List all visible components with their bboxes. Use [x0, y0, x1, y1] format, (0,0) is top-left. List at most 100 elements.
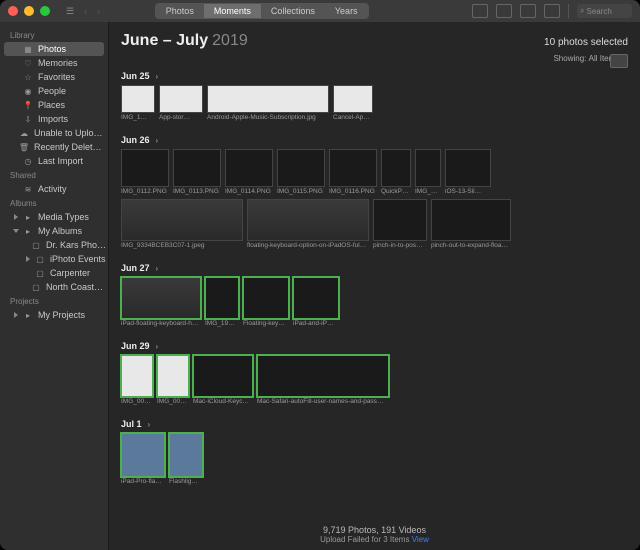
moment-date[interactable]: Jun 29 › — [121, 341, 628, 351]
thumbnail[interactable]: Mac-iCloud-Keyc… — [193, 355, 253, 405]
sidebar-item-places[interactable]: 📍Places — [0, 98, 108, 112]
thumbnail[interactable]: IMG_0023.P… — [121, 355, 153, 405]
sidebar: Library▦Photos♡Memories☆Favorites◉People… — [0, 22, 109, 550]
tab-collections[interactable]: Collections — [261, 4, 325, 18]
favorite-icon[interactable] — [520, 4, 536, 18]
thumbnail-image[interactable] — [415, 149, 441, 187]
add-icon[interactable] — [472, 4, 488, 18]
thumbnail[interactable]: IMG_0024.P… — [157, 355, 189, 405]
rotate-icon[interactable] — [544, 4, 560, 18]
thumbnail[interactable]: QuickPath-swipe… — [381, 149, 411, 195]
thumbnail-image[interactable] — [243, 277, 289, 319]
thumbnail[interactable]: Mac-Safari-autoFill-user-names-and-passw… — [257, 355, 389, 405]
thumbnail[interactable]: IMG_0116.PNG — [329, 149, 377, 195]
sidebar-item-last-import[interactable]: ◷Last Import — [0, 154, 108, 168]
nav-fwd-icon[interactable]: › — [97, 6, 100, 16]
sidebar-item-imports[interactable]: ⇩Imports — [0, 112, 108, 126]
moment-date[interactable]: Jun 27 › — [121, 263, 628, 273]
thumbnail[interactable]: IMG_0115.PNG — [277, 149, 325, 195]
sidebar-toggle-icon[interactable]: ☰ — [66, 6, 74, 17]
thumbnail-image[interactable] — [121, 199, 243, 241]
thumbnail-caption: IMG_0… — [415, 188, 439, 195]
sidebar-item-dr-kars-pho-[interactable]: ▢Dr. Kars Pho… — [0, 238, 108, 252]
thumbnail[interactable]: floating-keyboard-option-on-iPadOS-full-… — [247, 199, 369, 249]
tab-photos[interactable]: Photos — [156, 4, 204, 18]
thumbnail[interactable]: iPad-floating-keyboard-handle-to-spring-… — [121, 277, 201, 327]
thumbnail-image[interactable] — [277, 149, 325, 187]
nav-back-icon[interactable]: ‹ — [84, 6, 87, 16]
sidebar-item-people[interactable]: ◉People — [0, 84, 108, 98]
sidebar-item-carpenter[interactable]: ▢Carpenter — [0, 266, 108, 280]
sidebar-item-north-coast-[interactable]: ▢North Coast… — [0, 280, 108, 294]
thumbnail-image[interactable] — [225, 149, 273, 187]
upload-view-link[interactable]: View — [412, 535, 429, 544]
thumbnail-image[interactable] — [329, 149, 377, 187]
thumbnail-image[interactable] — [121, 433, 165, 477]
close-window-button[interactable] — [8, 6, 18, 16]
sidebar-item-memories[interactable]: ♡Memories — [0, 56, 108, 70]
minimize-window-button[interactable] — [24, 6, 34, 16]
thumbnail[interactable]: IMG_0… — [415, 149, 441, 195]
thumbnail-image[interactable] — [293, 277, 339, 319]
thumbnail-image[interactable] — [157, 355, 189, 397]
thumbnail[interactable]: Flashlight-inten… — [169, 433, 203, 485]
thumbnail[interactable]: iPad-Pro-flashing… — [121, 433, 165, 485]
thumbnail[interactable]: iOS-13-Sil… — [445, 149, 491, 195]
search-input[interactable]: ⌕ Search — [577, 4, 632, 18]
thumbnail-image[interactable] — [121, 277, 201, 319]
tab-years[interactable]: Years — [325, 4, 368, 18]
zoom-window-button[interactable] — [40, 6, 50, 16]
thumbnail-image[interactable] — [159, 85, 203, 113]
thumbnail-image[interactable] — [193, 355, 253, 397]
sidebar-item-label: People — [38, 86, 66, 96]
thumbnail-image[interactable] — [247, 199, 369, 241]
thumbnail[interactable]: IMG_1… — [121, 85, 155, 121]
thumbnail[interactable]: Cancel-Ap… — [333, 85, 373, 121]
thumbnail[interactable]: Android-Apple-Music-Subscription.jpg — [207, 85, 329, 121]
thumbnail-image[interactable] — [121, 149, 169, 187]
thumbnail-image[interactable] — [445, 149, 491, 187]
moment-date[interactable]: Jun 25 › — [121, 71, 628, 81]
sidebar-item-my-albums[interactable]: ▸My Albums — [0, 224, 108, 238]
folder-icon: ▸ — [23, 212, 33, 222]
thumbnail[interactable]: IMG_19CAD2342… — [205, 277, 239, 327]
sidebar-item-unable-to-uplo-[interactable]: ☁Unable to Uplo… — [0, 126, 108, 140]
thumbnail-caption: IMG_0112.PNG — [121, 188, 167, 195]
sidebar-item-favorites[interactable]: ☆Favorites — [0, 70, 108, 84]
thumbnail-image[interactable] — [207, 85, 329, 113]
thumbnail[interactable]: IMG_9334BCEB3C07-1.jpeg — [121, 199, 243, 249]
thumbnail-caption: pinch-in-to-pos… — [373, 242, 425, 249]
thumbnail[interactable]: IMG_0114.PNG — [225, 149, 273, 195]
thumbnail-image[interactable] — [169, 433, 203, 477]
thumbnail-image[interactable] — [121, 355, 153, 397]
moment-group: Jun 29 › IMG_0023.P…IMG_0024.P…Mac-iCloud… — [109, 337, 640, 415]
view-options-icon[interactable] — [610, 54, 628, 68]
sidebar-item-activity[interactable]: ≋Activity — [0, 182, 108, 196]
thumbnail[interactable]: IMG_0113.PNG — [173, 149, 221, 195]
thumbnail[interactable]: Floating-keyboar… — [243, 277, 289, 327]
thumbnail-image[interactable] — [205, 277, 239, 319]
sidebar-item-iphoto-events[interactable]: ▢iPhoto Events — [0, 252, 108, 266]
thumbnail-image[interactable] — [333, 85, 373, 113]
sidebar-item-photos[interactable]: ▦Photos — [4, 42, 104, 56]
page-title: June – July — [121, 32, 208, 50]
thumbnail-image[interactable] — [121, 85, 155, 113]
thumbnail[interactable]: IMG_0112.PNG — [121, 149, 169, 195]
sidebar-item-recently-delet-[interactable]: 🗑Recently Delet… — [0, 140, 108, 154]
thumbnail[interactable]: pinch-in-to-pos… — [373, 199, 427, 249]
sidebar-item-my-projects[interactable]: ▸My Projects — [0, 308, 108, 322]
thumbnail[interactable]: pinch-out-to-expand-floating-keyboard-t… — [431, 199, 511, 249]
share-icon[interactable] — [496, 4, 512, 18]
thumbnail[interactable]: App-stor… — [159, 85, 203, 121]
thumbnail-image[interactable] — [257, 355, 389, 397]
sidebar-item-media-types[interactable]: ▸Media Types — [0, 210, 108, 224]
thumbnail-image[interactable] — [381, 149, 411, 187]
thumbnail-image[interactable] — [373, 199, 427, 241]
moment-date[interactable]: Jun 26 › — [121, 135, 628, 145]
thumbnail-image[interactable] — [431, 199, 511, 241]
tab-moments[interactable]: Moments — [204, 4, 261, 18]
moment-date[interactable]: Jul 1 › — [121, 419, 628, 429]
thumbnail-image[interactable] — [173, 149, 221, 187]
search-icon: ⌕ — [580, 6, 584, 16]
thumbnail[interactable]: iPad-and-iPhone… — [293, 277, 339, 327]
